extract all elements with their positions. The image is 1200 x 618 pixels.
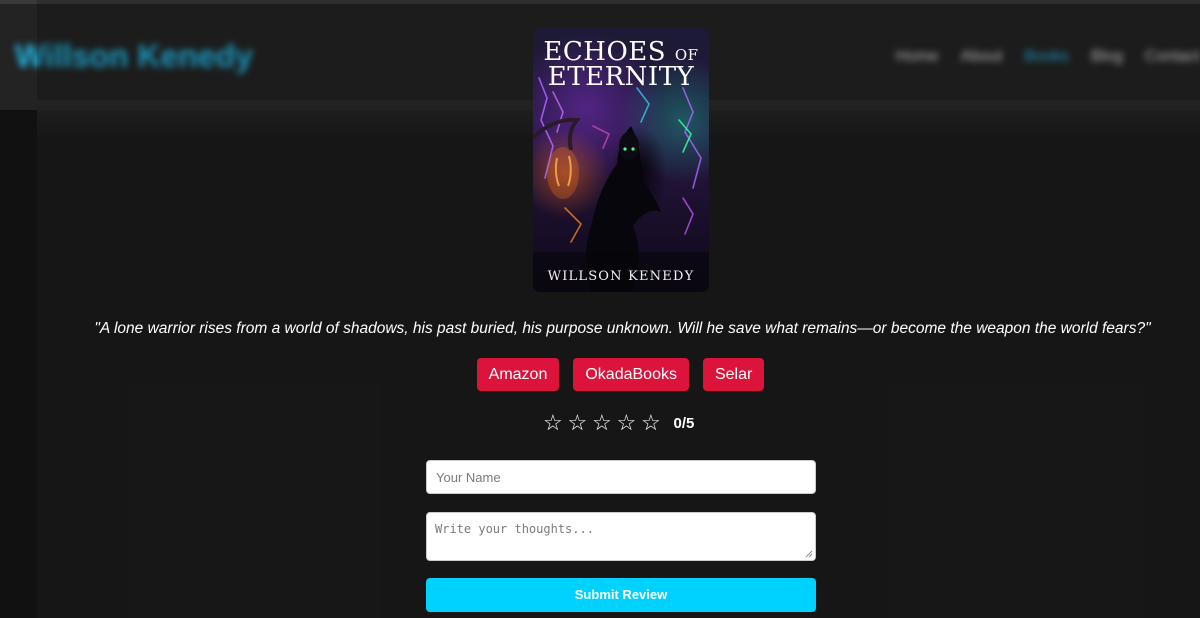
cover-author: WILLSON KENEDY: [547, 269, 695, 284]
book-cover: ECHOES OF ETERNITY WILLSON KENEDY: [533, 28, 709, 292]
rating-value: 0/5: [673, 414, 695, 432]
star-4-icon[interactable]: ☆: [617, 410, 642, 436]
thoughts-textarea[interactable]: [427, 513, 815, 560]
star-1-icon[interactable]: ☆: [543, 410, 568, 436]
amazon-button[interactable]: Amazon: [476, 358, 560, 391]
store-links: Amazon OkadaBooks Selar: [0, 358, 1200, 391]
name-input[interactable]: [427, 461, 815, 493]
star-rating: ☆ ☆ ☆ ☆ ☆ 0/5: [543, 410, 694, 436]
submit-review-button[interactable]: Submit Review: [426, 578, 816, 612]
cover-title-line2: ETERNITY: [547, 62, 695, 92]
star-3-icon[interactable]: ☆: [592, 410, 617, 436]
selar-button[interactable]: Selar: [702, 358, 765, 391]
star-5-icon[interactable]: ☆: [641, 410, 666, 436]
thoughts-field-wrapper: [426, 512, 816, 561]
star-2-icon[interactable]: ☆: [568, 410, 593, 436]
okadabooks-button[interactable]: OkadaBooks: [573, 358, 689, 391]
resize-handle-icon[interactable]: [805, 550, 813, 558]
name-field-wrapper: [426, 460, 816, 494]
book-tagline: "A lone warrior rises from a world of sh…: [94, 320, 1151, 337]
